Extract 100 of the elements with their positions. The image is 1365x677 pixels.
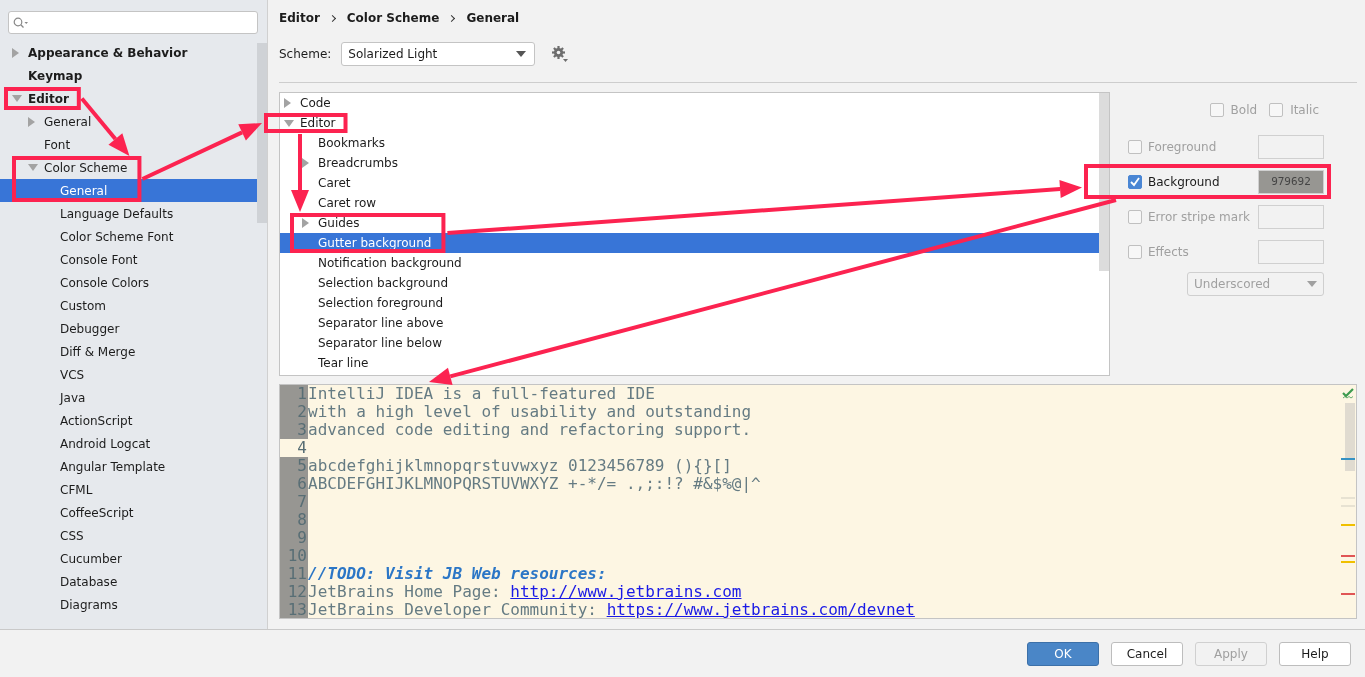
line-number: 7 (280, 493, 308, 511)
scrollbar-thumb[interactable] (1099, 93, 1109, 271)
tree-item[interactable]: Cucumber (60, 551, 122, 566)
tree-item[interactable]: Guides (318, 216, 360, 230)
checkbox[interactable] (1128, 244, 1142, 259)
checkbox-label: Italic (1290, 103, 1319, 117)
checkbox[interactable] (1209, 103, 1224, 117)
error-stripe-mark (1341, 555, 1355, 557)
collapse-arrow-icon[interactable] (284, 119, 294, 127)
line-number: 5 (280, 457, 308, 475)
code-line: abcdefghijklmnopqrstuvwxyz 0123456789 (){}[] (308, 457, 732, 475)
tree-item[interactable]: Selection foreground (318, 296, 444, 310)
tree-item[interactable]: Caret row (318, 196, 377, 210)
tree-item[interactable]: Caret (318, 176, 351, 190)
expand-arrow-icon[interactable] (284, 98, 291, 108)
tree-item[interactable]: CFML (60, 482, 93, 497)
scheme-label: Scheme: (279, 47, 332, 61)
tree-item[interactable]: Console Colors (60, 275, 150, 290)
breadcrumb-item[interactable]: Color Scheme (346, 11, 440, 25)
code-line: JetBrains Developer Community: https://www.jetbrains.com/devnet (308, 601, 915, 618)
tree-item[interactable]: Gutter background (318, 236, 432, 250)
line-number: 13 (280, 601, 308, 618)
tree-item[interactable]: Breadcrumbs (318, 156, 398, 170)
tree-item[interactable]: Language Defaults (60, 206, 174, 221)
search-field[interactable] (8, 11, 258, 34)
error-stripe-mark (1341, 458, 1355, 460)
checkbox[interactable] (1128, 139, 1142, 154)
tree-item[interactable]: Database (60, 574, 118, 589)
breadcrumb-item[interactable]: Editor (279, 11, 320, 25)
tree-item[interactable]: Debugger (60, 321, 120, 336)
tree-item[interactable]: Bookmarks (318, 136, 386, 150)
checkbox[interactable] (1269, 103, 1284, 117)
tree-item[interactable]: Java (60, 390, 86, 405)
checkbox[interactable] (1128, 209, 1142, 224)
check-icon (1342, 388, 1354, 400)
tree-item[interactable]: Separator line below (318, 336, 442, 350)
code-line: ABCDEFGHIJKLMNOPQRSTUVWXYZ +-*/= .,;:!? #&$%@|^ (308, 475, 761, 493)
line-number: 2 (280, 403, 308, 421)
tree-item[interactable]: Font (44, 137, 71, 152)
tree-item[interactable]: Appearance & Behavior (28, 45, 188, 60)
code-line: advanced code editing and refactoring support. (308, 421, 752, 439)
code-line: with a high level of usability and outstanding (308, 403, 752, 421)
tree-item[interactable]: CSS (60, 528, 84, 543)
tree-item[interactable]: Diff & Merge (60, 344, 136, 359)
tree-item[interactable]: Separator line above (318, 316, 444, 330)
link[interactable]: http://www.jetbrains.com (510, 582, 742, 601)
color-swatch[interactable] (1258, 204, 1324, 229)
dialog-button[interactable]: Help (1279, 641, 1351, 666)
checkbox[interactable] (1128, 174, 1142, 189)
tree-item[interactable]: Notification background (318, 256, 462, 270)
tree-item[interactable]: Editor (28, 91, 69, 106)
tree-item[interactable]: CoffeeScript (60, 505, 134, 520)
expand-arrow-icon[interactable] (302, 158, 309, 168)
line-number: 12 (280, 583, 308, 601)
tree-item[interactable]: General (60, 183, 108, 198)
checkbox-label: Background (1148, 174, 1221, 189)
tree-item[interactable]: Code (300, 96, 331, 110)
tree-item[interactable]: Color Scheme (44, 160, 128, 175)
line-number: 8 (280, 511, 308, 529)
tree-item[interactable]: Editor (300, 116, 336, 130)
expand-arrow-icon[interactable] (28, 116, 35, 127)
checkbox-label: Error stripe mark (1148, 209, 1252, 224)
line-number: 11 (280, 565, 308, 583)
code-line: //TODO: Visit JB Web resources: (308, 565, 607, 583)
color-swatch[interactable] (1258, 134, 1324, 159)
link[interactable]: https://www.jetbrains.com/devnet (606, 600, 915, 618)
error-stripe-mark (1341, 593, 1355, 595)
line-number: 3 (280, 421, 308, 439)
line-number: 9 (280, 529, 308, 547)
caret-icon (516, 51, 527, 57)
collapse-arrow-icon[interactable] (12, 95, 22, 102)
code-line: IntelliJ IDEA is a full-featured IDE (308, 385, 655, 403)
breadcrumb-item[interactable]: General (466, 11, 520, 25)
tree-item[interactable]: General (44, 114, 92, 129)
checkbox-label: Foreground (1148, 139, 1218, 154)
expand-arrow-icon[interactable] (12, 47, 19, 58)
tree-item[interactable]: Tear line (318, 356, 369, 370)
line-number: 10 (280, 547, 308, 565)
line-number: 1 (280, 385, 308, 403)
collapse-arrow-icon[interactable] (28, 164, 38, 171)
search-icon (13, 16, 29, 29)
tree-item[interactable]: Color Scheme Font (60, 229, 174, 244)
checkbox-label: Effects (1148, 244, 1190, 259)
scheme-dropdown[interactable]: Solarized Light (341, 42, 536, 66)
dialog-button[interactable]: Cancel (1111, 641, 1183, 666)
tree-item[interactable]: Android Logcat (60, 436, 151, 451)
dialog-button[interactable]: OK (1027, 641, 1099, 666)
tree-item[interactable]: Keymap (28, 68, 83, 83)
tree-item[interactable]: Console Font (60, 252, 138, 267)
error-stripe-mark (1341, 561, 1355, 563)
scrollbar-thumb[interactable] (1345, 403, 1355, 471)
tree-item[interactable]: Angular Template (60, 459, 166, 474)
tree-item[interactable]: Custom (60, 298, 106, 313)
color-swatch[interactable] (1258, 239, 1324, 264)
tree-item[interactable]: Selection background (318, 276, 449, 290)
tree-item[interactable]: ActionScript (60, 413, 133, 428)
scrollbar-thumb[interactable] (257, 43, 267, 223)
tree-item[interactable]: Diagrams (60, 597, 118, 612)
settings-icon[interactable] (551, 45, 570, 63)
tree-item[interactable]: VCS (60, 367, 85, 382)
